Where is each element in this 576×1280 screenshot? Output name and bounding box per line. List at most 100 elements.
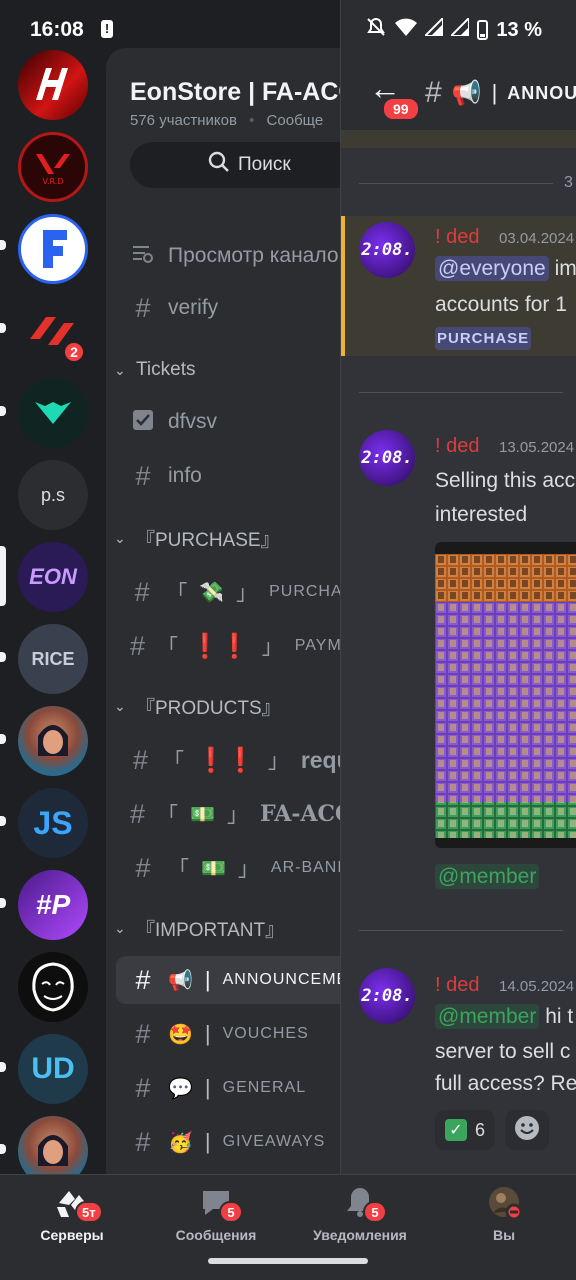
battery-icon bbox=[477, 20, 489, 40]
channel-fa-acc[interactable]: # 「 💵 」 FA-ACCO bbox=[116, 790, 366, 838]
pinned-strip bbox=[341, 130, 576, 148]
hash-icon: # bbox=[135, 1018, 151, 1049]
money-wings-icon: 💸 bbox=[199, 581, 225, 604]
channel-requir[interactable]: # 「 ❗❗ 」 requir bbox=[116, 736, 366, 784]
server-js-icon[interactable]: JS bbox=[18, 788, 88, 858]
server-name[interactable]: EonStore | FA-ACC bbox=[130, 78, 356, 107]
search-button[interactable]: Поиск bbox=[130, 142, 366, 188]
server-vrd-icon[interactable]: V.R.D bbox=[18, 132, 88, 202]
add-reaction-button[interactable] bbox=[505, 1110, 549, 1150]
bracket-open: 「 bbox=[163, 750, 185, 773]
category-purchase[interactable]: ⌄ 『PURCHASE』 bbox=[114, 522, 280, 554]
avatar[interactable]: 2:08. bbox=[359, 968, 415, 1024]
category-products-label: 『PRODUCTS』 bbox=[136, 697, 281, 719]
nav-notifications[interactable]: 5 Уведомления bbox=[290, 1185, 430, 1255]
member-mention[interactable]: @member bbox=[435, 1004, 540, 1029]
channel-general[interactable]: # 💬 | GENERAL bbox=[116, 1064, 366, 1112]
message-line: Selling this acc bbox=[435, 469, 576, 492]
member-mention[interactable]: @member bbox=[435, 864, 540, 889]
reaction-check[interactable]: ✓ 6 bbox=[435, 1110, 496, 1150]
browse-channels-item[interactable]: Просмотр канало bbox=[116, 232, 366, 280]
avatar[interactable]: 2:08. bbox=[359, 430, 415, 486]
unread-dot bbox=[0, 323, 6, 333]
bracket-close: 」 bbox=[226, 804, 248, 827]
locked-hash-icon: # bbox=[135, 852, 151, 883]
nav-servers[interactable]: 5т Серверы bbox=[2, 1185, 142, 1255]
channel-announcements[interactable]: # 📢 | ANNOUNCEMEN bbox=[116, 956, 366, 1004]
chat-title[interactable]: # 📢 | ANNOU bbox=[425, 76, 576, 110]
channel-payment[interactable]: # 「 ❗❗ 」 PAYMEN bbox=[116, 622, 366, 670]
server-red-badge: 2 bbox=[62, 340, 86, 364]
locked-hash-icon: # bbox=[135, 460, 151, 491]
nav-you[interactable]: Вы bbox=[434, 1185, 574, 1255]
server-rice-icon[interactable]: RICE bbox=[18, 624, 88, 694]
hash-icon: # bbox=[425, 76, 442, 109]
server-ud-icon[interactable]: UD bbox=[18, 1034, 88, 1104]
star-eyes-icon: 🤩 bbox=[168, 1023, 193, 1046]
unread-dot bbox=[0, 734, 6, 744]
channel-ar-banks[interactable]: # 「 💵 」 AR-BANKS bbox=[116, 844, 366, 892]
channel-dfvsv[interactable]: dfvsv bbox=[116, 398, 366, 446]
bracket-close: 」 bbox=[237, 858, 259, 881]
channel-giveaways[interactable]: # 🥳 | GIVEAWAYS bbox=[116, 1118, 366, 1166]
dollar-icon: 💵 bbox=[190, 803, 215, 826]
dollar-icon: 💵 bbox=[201, 857, 226, 880]
svg-text:V.R.D: V.R.D bbox=[43, 177, 64, 186]
message-author[interactable]: ! ded bbox=[435, 435, 479, 458]
search-label: Поиск bbox=[238, 154, 291, 175]
message-line: @member bbox=[435, 864, 540, 889]
category-important[interactable]: ⌄ 『IMPORTANT』 bbox=[114, 912, 284, 944]
pipe-separator: | bbox=[491, 80, 498, 105]
nav-notifications-label: Уведомления bbox=[313, 1227, 407, 1243]
message-line: server to sell c bbox=[435, 1040, 571, 1063]
hash-icon: # bbox=[135, 292, 151, 323]
message-line: accounts for 1 bbox=[435, 293, 567, 316]
bracket-close: 」 bbox=[236, 582, 258, 605]
bottom-nav: 5т Серверы 5 Сообщения 5 Уведомления Вы bbox=[0, 1174, 576, 1280]
exclamation-icon: ❗❗ bbox=[190, 632, 250, 660]
bracket-open: 「 bbox=[166, 582, 188, 605]
message-text: im bbox=[554, 257, 576, 280]
server-anon-icon[interactable] bbox=[18, 952, 88, 1022]
member-count-text: 576 участников bbox=[130, 112, 237, 129]
server-p-icon[interactable]: #P bbox=[18, 870, 88, 940]
message-date: 14.05.2024 bbox=[499, 978, 575, 995]
server-mask-icon[interactable] bbox=[18, 378, 88, 448]
exclamation-icon: ❗❗ bbox=[196, 746, 256, 774]
message-author[interactable]: ! ded bbox=[435, 226, 479, 249]
server-eon-icon[interactable]: EON bbox=[18, 542, 88, 612]
chat-title-label: ANNOU bbox=[507, 82, 576, 103]
category-products[interactable]: ⌄ 『PRODUCTS』 bbox=[114, 690, 281, 722]
wifi-icon bbox=[395, 18, 418, 42]
pipe-separator: | bbox=[204, 967, 211, 992]
unread-dot bbox=[0, 898, 6, 908]
server-f-icon[interactable] bbox=[18, 214, 88, 284]
status-icons: 13 % bbox=[365, 15, 542, 44]
attached-image[interactable] bbox=[435, 542, 576, 848]
battery-percent: 13 % bbox=[496, 18, 542, 41]
message-line: interested bbox=[435, 503, 528, 526]
channel-general-label: GENERAL bbox=[222, 1079, 307, 1096]
hash-icon: # bbox=[135, 1126, 151, 1157]
channel-mention-tag[interactable]: PURCHASE bbox=[435, 327, 532, 350]
server-ps-icon[interactable]: p.s bbox=[18, 460, 88, 530]
speech-bubble-icon: 💬 bbox=[168, 1077, 193, 1100]
server-girl-icon[interactable] bbox=[18, 706, 88, 776]
alert-notification-icon: ! bbox=[101, 20, 113, 38]
message-author[interactable]: ! ded bbox=[435, 974, 479, 997]
everyone-mention[interactable]: @everyone bbox=[435, 256, 549, 281]
bracket-open: 「 bbox=[168, 858, 189, 881]
servers-icon: 5т bbox=[55, 1185, 103, 1223]
channel-info[interactable]: # info bbox=[116, 452, 366, 500]
channel-verify[interactable]: # verify bbox=[116, 284, 366, 332]
channel-verify-label: verify bbox=[168, 296, 219, 319]
channel-vouches[interactable]: # 🤩 | VOUCHES bbox=[116, 1010, 366, 1058]
nav-messages[interactable]: 5 Сообщения bbox=[146, 1185, 286, 1255]
channel-panel: EonStore | FA-ACC 576 участников • Сообщ… bbox=[106, 48, 366, 1174]
bracket-open: 「 bbox=[157, 804, 179, 827]
home-indicator[interactable] bbox=[208, 1258, 368, 1264]
avatar[interactable]: 2:08. bbox=[359, 222, 415, 278]
channel-purchase[interactable]: # 「 💸 」 PURCHASE bbox=[116, 568, 366, 616]
pipe-separator: | bbox=[204, 1021, 211, 1046]
category-tickets[interactable]: ⌄ Tickets bbox=[114, 354, 195, 386]
